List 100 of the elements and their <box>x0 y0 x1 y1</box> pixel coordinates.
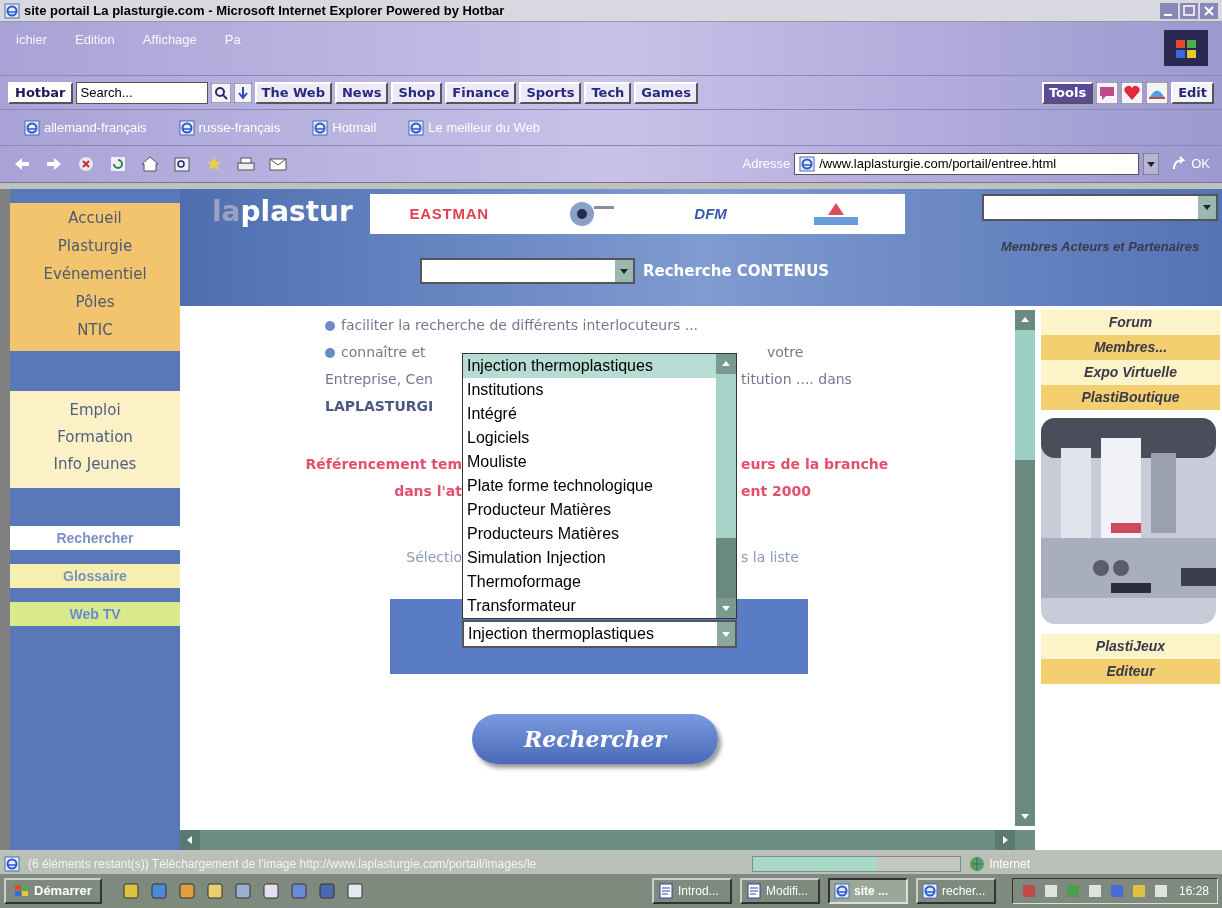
channel-button[interactable]: Tech <box>584 81 632 104</box>
browser-icon <box>408 119 425 136</box>
scroll-right-icon[interactable] <box>995 830 1015 850</box>
sponsor-logo[interactable]: DFM <box>694 202 727 226</box>
sidebar-link[interactable]: Accueil <box>10 207 180 235</box>
browser-icon <box>24 119 40 136</box>
scrollbar[interactable] <box>180 830 1035 850</box>
dropdown-option[interactable]: Logiciels <box>463 426 716 450</box>
channel-button[interactable]: Games <box>634 81 698 104</box>
scroll-left-icon[interactable] <box>180 830 200 850</box>
scrollbar[interactable] <box>716 354 736 618</box>
body-text: connaître et <box>341 343 426 362</box>
dropdown-option[interactable]: Producteur Matières <box>463 498 716 522</box>
channel-button[interactable]: Shop <box>391 81 443 104</box>
refresh-icon[interactable] <box>108 155 128 173</box>
dropdown-option[interactable]: Plate forme technologique <box>463 474 716 498</box>
stop-icon[interactable] <box>76 155 96 173</box>
channel-button[interactable]: Finance <box>445 81 517 104</box>
taskbar-button[interactable]: recher... <box>915 878 996 904</box>
side-link[interactable]: Expo Virtuelle <box>1041 360 1220 385</box>
scrollbar-thumb[interactable] <box>716 538 736 598</box>
side-link[interactable]: Editeur <box>1041 659 1220 684</box>
dropdown-option[interactable]: Mouliste <box>463 450 716 474</box>
body-text: titution .... dans <box>740 370 852 389</box>
sidebar-link[interactable]: Emploi <box>10 399 180 426</box>
search-field[interactable]: Search... <box>75 81 208 104</box>
start-button[interactable]: Démarrer <box>4 878 102 904</box>
scroll-down-icon[interactable] <box>716 598 736 618</box>
dropdown-option[interactable]: Producteurs Matières <box>463 522 716 546</box>
dropdown-option[interactable]: Institutions <box>463 378 716 402</box>
zone-label: Internet <box>989 855 1030 873</box>
side-link[interactable]: PlastiBoutique <box>1041 385 1220 410</box>
body-text: Sélectio <box>406 548 462 567</box>
body-text: s la liste <box>740 548 799 567</box>
search-icon[interactable] <box>210 82 231 103</box>
sidebar-link[interactable]: Evénementiel <box>10 263 180 291</box>
dropdown-option[interactable]: Thermoformage <box>463 570 716 594</box>
taskbar-button[interactable]: Introd... <box>651 878 732 904</box>
body-text: dans l'at <box>394 482 462 501</box>
body-text: eurs de la branche <box>740 455 889 474</box>
browser-icon <box>921 883 938 899</box>
sponsor-logo[interactable]: EASTMAN <box>409 202 489 226</box>
hat-icon[interactable] <box>1146 81 1169 104</box>
taskbar-button[interactable]: Modifi... <box>739 878 820 904</box>
sidebar-link[interactable]: Plasturgie <box>10 235 180 263</box>
windows-logo-icon <box>1164 30 1208 66</box>
address-label: Adresse <box>742 155 791 174</box>
heart-icon[interactable] <box>1121 81 1144 104</box>
search-label: Recherche CONTENUS <box>643 260 830 282</box>
search-icon[interactable] <box>172 155 192 173</box>
go-arrow-icon <box>1171 156 1188 172</box>
dropdown-option[interactable]: Injection thermoplastiques <box>463 354 716 378</box>
browser-icon <box>799 156 816 172</box>
scrollbar-thumb[interactable] <box>1015 460 1035 806</box>
members-label: Membres Acteurs et Partenaires <box>1000 238 1200 256</box>
sidebar-link[interactable]: NTIC <box>10 319 180 347</box>
category-select[interactable]: Injection thermoplastiques <box>462 620 737 648</box>
edit-button[interactable]: Edit <box>1171 81 1214 104</box>
address-field[interactable]: /www.laplasturgie.com/portail/entree.html <box>794 153 1140 175</box>
printer-icon[interactable] <box>236 155 256 173</box>
side-link[interactable]: PlastiJeux <box>1041 634 1220 659</box>
bullet-icon <box>325 320 335 331</box>
search-select[interactable] <box>420 258 635 284</box>
scroll-up-icon[interactable] <box>716 354 736 374</box>
channel-button[interactable]: Sports <box>519 81 582 104</box>
sidebar-link[interactable]: Pôles <box>10 291 180 319</box>
channel-button[interactable]: The Web <box>254 81 332 104</box>
browser-icon <box>178 119 195 136</box>
sidebar-link[interactable]: Info Jeunes <box>10 453 180 480</box>
body-text: faciliter la recherche de différents interlocuteurs ... <box>341 316 699 335</box>
browser-icon <box>312 119 329 136</box>
hotbar-button[interactable]: Hotbar <box>8 81 73 104</box>
body-text: LAPLASTURGI <box>325 397 434 416</box>
scroll-up-icon[interactable] <box>1015 310 1035 330</box>
home-icon[interactable] <box>140 155 160 173</box>
browser-icon <box>833 883 850 899</box>
minimize-icon[interactable] <box>1160 2 1178 19</box>
clock: 16:28 <box>1178 883 1209 900</box>
side-link[interactable]: Membres... <box>1041 335 1220 360</box>
body-text: Référencement tem <box>305 455 462 474</box>
dropdown-option[interactable]: Intégré <box>463 402 716 426</box>
dropdown-option[interactable]: Simulation Injection <box>463 546 716 570</box>
members-select[interactable] <box>982 194 1218 221</box>
search-button[interactable]: Rechercher <box>472 714 718 764</box>
status-text: (6 éléments restant(s)) Téléchargement de l'image http://www.laplasturgie.com/portail/images/le <box>28 855 538 873</box>
sidebar-link[interactable]: Formation <box>10 426 180 453</box>
bullet-icon <box>325 347 335 358</box>
dropdown-arrow-icon[interactable] <box>1143 153 1160 175</box>
body-text: votre <box>766 343 804 362</box>
mail-icon[interactable] <box>268 155 288 173</box>
close-icon[interactable] <box>1200 2 1218 19</box>
tools-button[interactable]: Tools <box>1041 81 1094 104</box>
maximize-icon[interactable] <box>1180 2 1198 19</box>
down-arrow-icon[interactable] <box>233 82 252 103</box>
channel-button[interactable]: News <box>335 81 389 104</box>
logo-text: plastur <box>240 194 353 230</box>
side-link[interactable]: Forum <box>1041 310 1220 335</box>
scrollbar[interactable] <box>1015 310 1035 826</box>
dropdown-option[interactable]: Transformateur <box>463 594 716 618</box>
scroll-down-icon[interactable] <box>1015 806 1035 826</box>
